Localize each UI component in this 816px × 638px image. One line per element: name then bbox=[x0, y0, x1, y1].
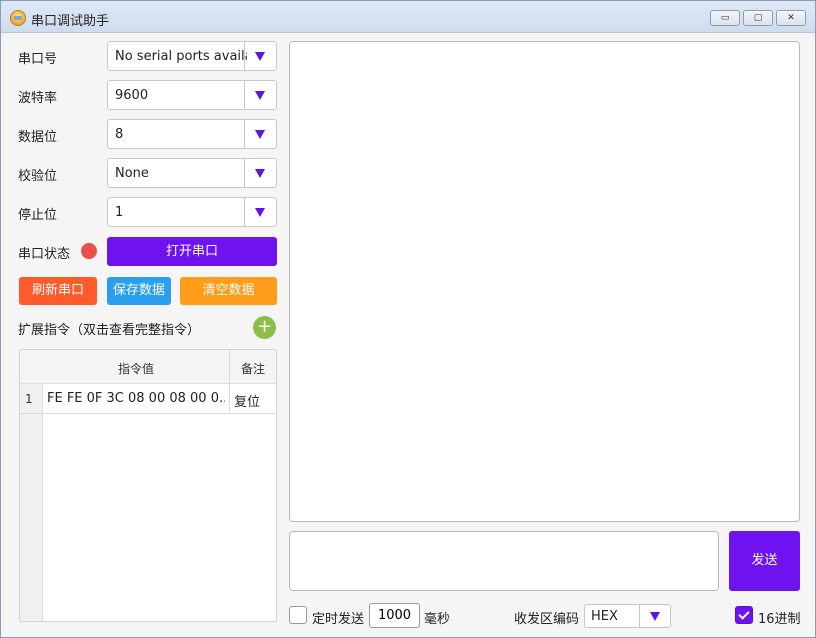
interval-unit-label: 毫秒 bbox=[424, 612, 451, 627]
parity-label: 校验位 bbox=[18, 169, 58, 184]
hex-checkbox[interactable] bbox=[735, 606, 753, 624]
commands-table[interactable]: 指令值 备注 1 FE FE 0F 3C 08 00 08 00 0... 复位 bbox=[19, 349, 277, 622]
send-input[interactable] bbox=[289, 531, 719, 591]
add-command-button[interactable]: + bbox=[253, 316, 276, 339]
encoding-select-value: HEX bbox=[591, 609, 618, 624]
app-window: 串口调试助手 ▭ ▢ ✕ 串口号 No serial ports availab… bbox=[0, 0, 816, 638]
dropdown-arrow-icon bbox=[255, 130, 265, 139]
timer-send-checkbox[interactable] bbox=[289, 606, 307, 624]
extended-commands-title: 扩展指令（双击查看完整指令） bbox=[18, 323, 201, 338]
stopbits-select[interactable]: 1 bbox=[107, 197, 277, 227]
parity-select-value: None bbox=[115, 166, 149, 181]
column-header-note[interactable]: 备注 bbox=[241, 360, 265, 377]
port-select-arrow[interactable] bbox=[244, 42, 276, 70]
column-divider bbox=[229, 350, 230, 414]
receive-area[interactable] bbox=[289, 41, 800, 522]
refresh-port-button[interactable]: 刷新串口 bbox=[19, 277, 97, 305]
dropdown-arrow-icon bbox=[255, 91, 265, 100]
open-port-button[interactable]: 打开串口 bbox=[107, 237, 277, 266]
port-status-indicator bbox=[81, 243, 97, 259]
stopbits-select-arrow[interactable] bbox=[244, 198, 276, 226]
send-button[interactable]: 发送 bbox=[729, 531, 800, 591]
dropdown-arrow-icon bbox=[255, 208, 265, 217]
baud-select-arrow[interactable] bbox=[244, 81, 276, 109]
close-button[interactable]: ✕ bbox=[776, 10, 806, 26]
dropdown-arrow-icon bbox=[255, 52, 265, 61]
stopbits-select-value: 1 bbox=[115, 205, 124, 220]
maximize-button[interactable]: ▢ bbox=[743, 10, 773, 26]
clear-data-button[interactable]: 清空数据 bbox=[180, 277, 277, 305]
command-note-cell[interactable]: 复位 bbox=[234, 391, 260, 410]
hex-label: 16进制 bbox=[758, 612, 801, 627]
timer-send-label: 定时发送 bbox=[312, 612, 365, 627]
row-index: 1 bbox=[25, 392, 33, 406]
port-label: 串口号 bbox=[18, 52, 58, 67]
parity-select[interactable]: None bbox=[107, 158, 277, 188]
parity-select-arrow[interactable] bbox=[244, 159, 276, 187]
table-header: 指令值 备注 bbox=[20, 350, 276, 384]
port-status-label: 串口状态 bbox=[18, 247, 71, 262]
column-header-command[interactable]: 指令值 bbox=[118, 360, 154, 377]
baud-label: 波特率 bbox=[18, 91, 58, 106]
command-value-cell[interactable]: FE FE 0F 3C 08 00 08 00 0... bbox=[47, 391, 225, 406]
databits-select-value: 8 bbox=[115, 127, 124, 142]
encoding-select[interactable]: HEX bbox=[584, 604, 671, 628]
dropdown-arrow-icon bbox=[255, 169, 265, 178]
app-logo-icon bbox=[10, 10, 26, 26]
window-title: 串口调试助手 bbox=[31, 14, 110, 29]
minimize-button[interactable]: ▭ bbox=[710, 10, 740, 26]
baud-select[interactable]: 9600 bbox=[107, 80, 277, 110]
stopbits-label: 停止位 bbox=[18, 208, 58, 223]
port-select[interactable]: No serial ports available bbox=[107, 41, 277, 71]
databits-label: 数据位 bbox=[18, 130, 58, 145]
baud-select-value: 9600 bbox=[115, 88, 149, 103]
databits-select[interactable]: 8 bbox=[107, 119, 277, 149]
databits-select-arrow[interactable] bbox=[244, 120, 276, 148]
encoding-label: 收发区编码 bbox=[514, 612, 580, 627]
port-select-value: No serial ports available bbox=[115, 49, 247, 64]
save-data-button[interactable]: 保存数据 bbox=[107, 277, 171, 305]
checkmark-icon bbox=[738, 608, 750, 620]
dropdown-arrow-icon bbox=[650, 612, 660, 621]
interval-input[interactable] bbox=[369, 603, 420, 628]
encoding-select-arrow[interactable] bbox=[639, 605, 670, 627]
table-row[interactable]: 1 FE FE 0F 3C 08 00 08 00 0... 复位 bbox=[20, 384, 276, 414]
title-bar: 串口调试助手 ▭ ▢ ✕ bbox=[1, 1, 815, 33]
